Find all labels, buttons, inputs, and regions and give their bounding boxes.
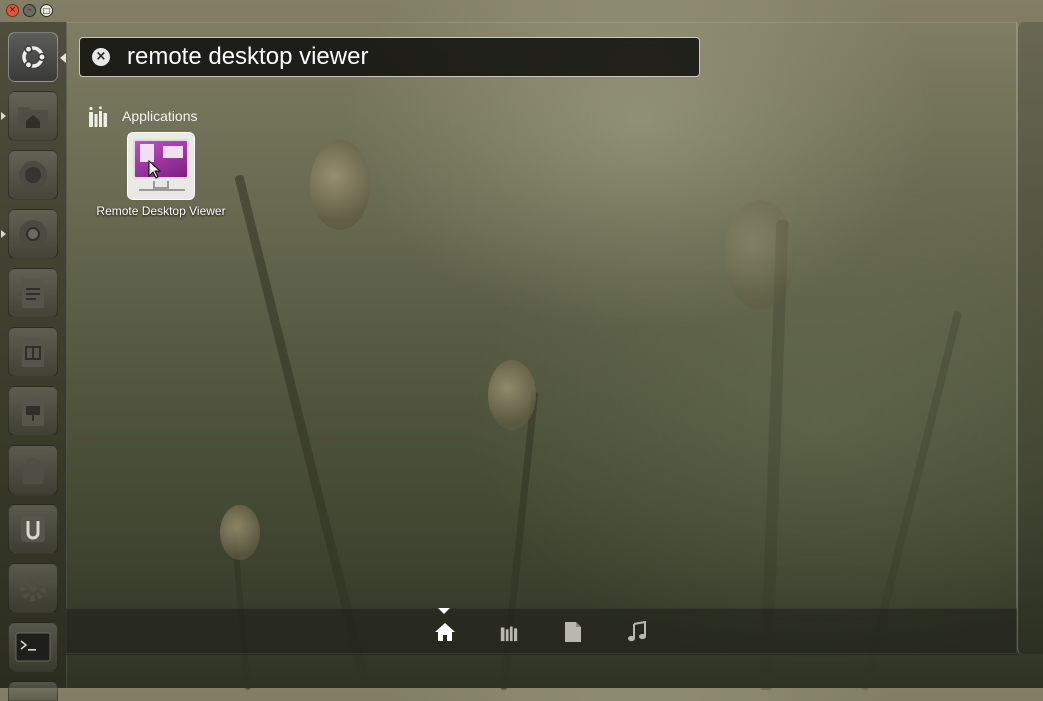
search-input[interactable]: × remote desktop viewer: [79, 37, 700, 77]
launcher-item-system-settings[interactable]: [8, 563, 58, 613]
running-indicator: [1, 230, 6, 238]
impress-icon: [22, 396, 44, 426]
launcher-item-dash-home[interactable]: [8, 32, 58, 82]
applications-icon: [500, 626, 518, 642]
launcher-item-ubuntu-one[interactable]: [8, 504, 58, 554]
remote-desktop-icon: [127, 132, 195, 200]
writer-icon: [22, 278, 44, 308]
active-lens-indicator: [438, 608, 450, 614]
firefox-icon: [19, 161, 47, 189]
result-item-remote-desktop-viewer[interactable]: Remote Desktop Viewer: [86, 132, 236, 224]
launcher-item-software-center[interactable]: [8, 445, 58, 495]
dash-resize-edge[interactable]: [1017, 22, 1043, 654]
result-label: Remote Desktop Viewer: [96, 204, 226, 218]
maximize-icon[interactable]: □: [40, 4, 53, 17]
ubuntu-logo-icon: [22, 45, 46, 69]
launcher-item-partial[interactable]: [8, 681, 58, 701]
launcher-item-libreoffice-impress[interactable]: [8, 386, 58, 436]
launcher-item-home-folder[interactable]: [8, 91, 58, 141]
ubuntu-one-icon: [21, 516, 45, 542]
chromium-icon: [19, 220, 47, 248]
running-indicator: [1, 112, 6, 120]
lens-files[interactable]: [562, 621, 584, 643]
launcher-item-terminal[interactable]: [8, 622, 58, 672]
launcher-item-firefox[interactable]: [8, 150, 58, 200]
launcher-item-libreoffice-writer[interactable]: [8, 268, 58, 318]
applications-icon: [89, 106, 107, 127]
launcher-item-libreoffice-calc[interactable]: [8, 327, 58, 377]
launcher-item-chromium[interactable]: [8, 209, 58, 259]
lens-applications[interactable]: [498, 621, 520, 643]
dash-panel: [66, 22, 1017, 654]
lens-music[interactable]: [626, 621, 648, 643]
lens-home[interactable]: [434, 621, 456, 643]
terminal-icon: [15, 632, 51, 662]
category-heading: Applications: [122, 108, 198, 124]
lens-bar: [66, 608, 1017, 655]
gear-wrench-icon: [20, 575, 46, 601]
music-note-icon: [628, 621, 646, 642]
mouse-cursor-icon: [148, 160, 162, 179]
shopping-bag-icon: [21, 458, 45, 484]
folder-home-icon: [18, 107, 48, 129]
clear-icon[interactable]: ×: [92, 48, 110, 66]
minimize-icon[interactable]: –: [23, 4, 36, 17]
file-icon: [565, 622, 581, 642]
home-icon: [435, 623, 455, 641]
search-query: remote desktop viewer: [127, 43, 369, 70]
window-controls: × – □: [6, 4, 53, 17]
close-icon[interactable]: ×: [6, 4, 19, 17]
launcher: [0, 22, 67, 701]
calc-icon: [22, 337, 44, 367]
